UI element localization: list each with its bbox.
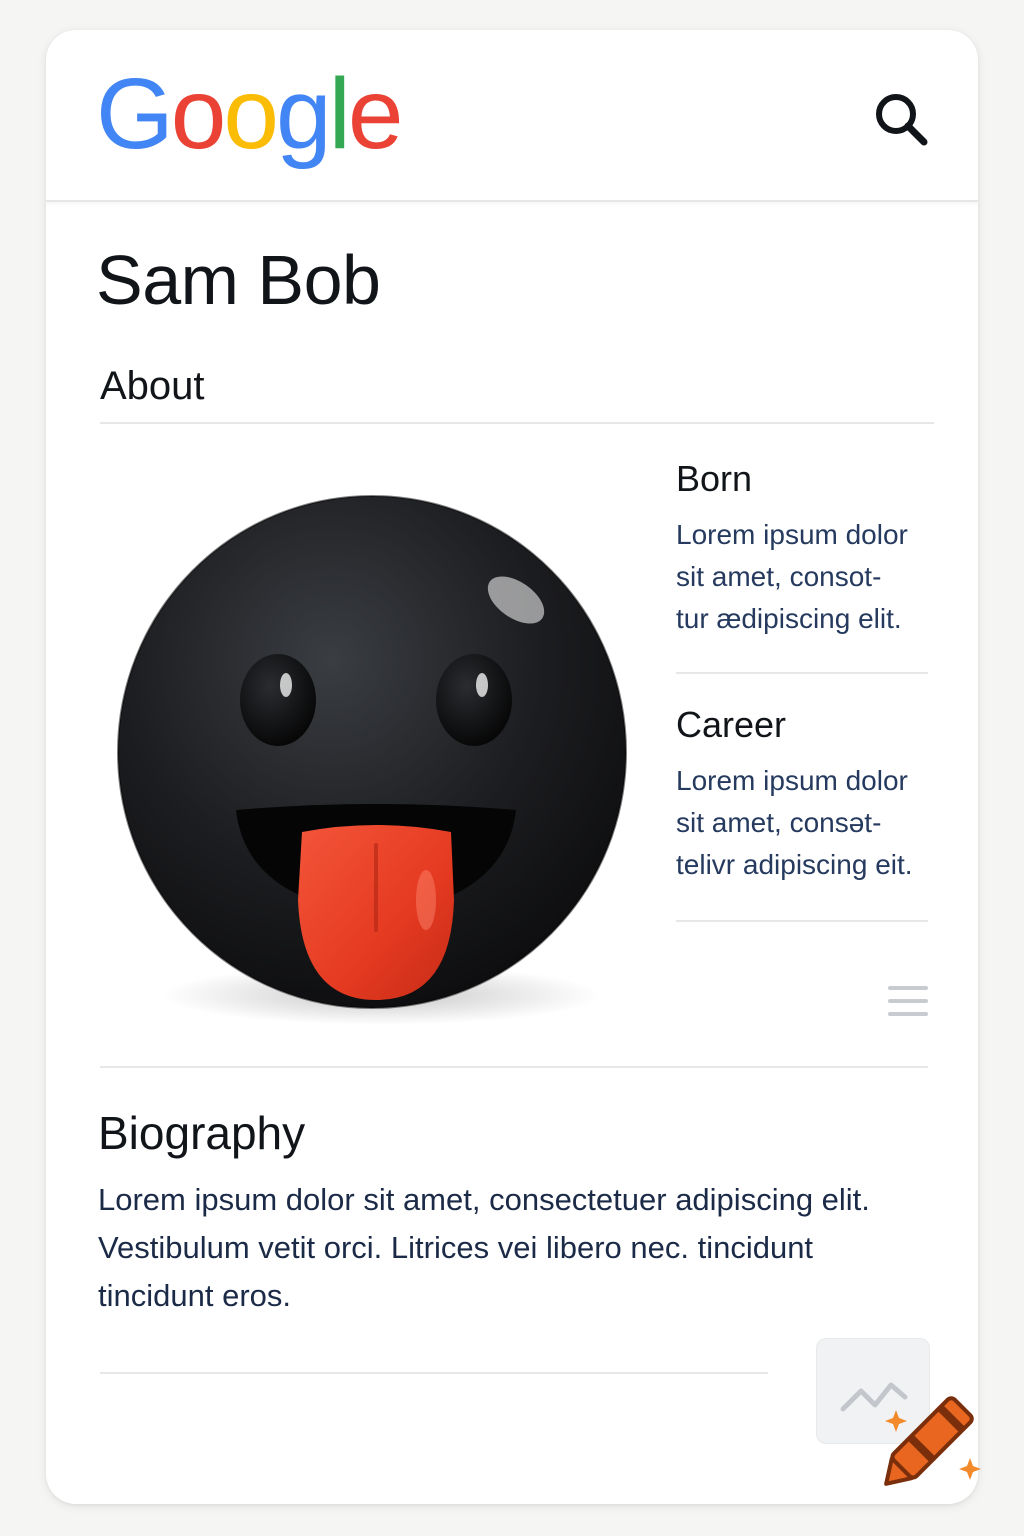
section-divider	[100, 1066, 928, 1068]
profile-name: Sam Bob	[96, 241, 381, 319]
crayon-watermark	[860, 1370, 1000, 1510]
biography-text: Lorem ipsum dolor sit amet, consectetuer…	[98, 1182, 870, 1313]
search-icon	[876, 94, 928, 146]
knowledge-panel-card: Google Sam Bob About Born Lorem ipsum do…	[46, 30, 978, 1504]
menu-icon	[888, 986, 928, 1016]
logo-letter: g	[276, 58, 332, 170]
logo-letter: o	[170, 58, 227, 170]
career-heading: Career	[676, 704, 787, 745]
career-section: Career Lorem ipsum dolor sit amet, consə…	[676, 704, 976, 886]
born-section: Born Lorem ipsum dolor sit amet, consot-…	[676, 458, 976, 640]
logo-letter: G	[96, 58, 174, 170]
logo-letter: e	[347, 58, 404, 170]
crayon-logo-icon	[884, 1396, 981, 1486]
about-divider	[100, 422, 934, 424]
profile-avatar	[106, 460, 646, 1030]
career-text: Lorem ipsum dolor sit amet, consət- teli…	[676, 765, 913, 880]
tongue-out-emoji-icon	[117, 495, 627, 1025]
google-logo[interactable]: Google	[96, 58, 404, 170]
search-button[interactable]	[870, 88, 934, 152]
career-divider	[676, 920, 928, 922]
biography-heading: Biography	[98, 1107, 306, 1159]
logo-letter: o	[223, 58, 279, 170]
biography-divider	[100, 1372, 768, 1374]
logo-letter: l	[328, 58, 351, 170]
about-heading: About	[100, 364, 205, 408]
born-divider	[676, 672, 928, 674]
born-heading: Born	[676, 458, 753, 499]
born-text: Lorem ipsum dolor sit amet, consot- tur …	[676, 519, 908, 634]
more-menu-button[interactable]	[888, 984, 930, 1018]
header-bar: Google	[46, 30, 978, 202]
